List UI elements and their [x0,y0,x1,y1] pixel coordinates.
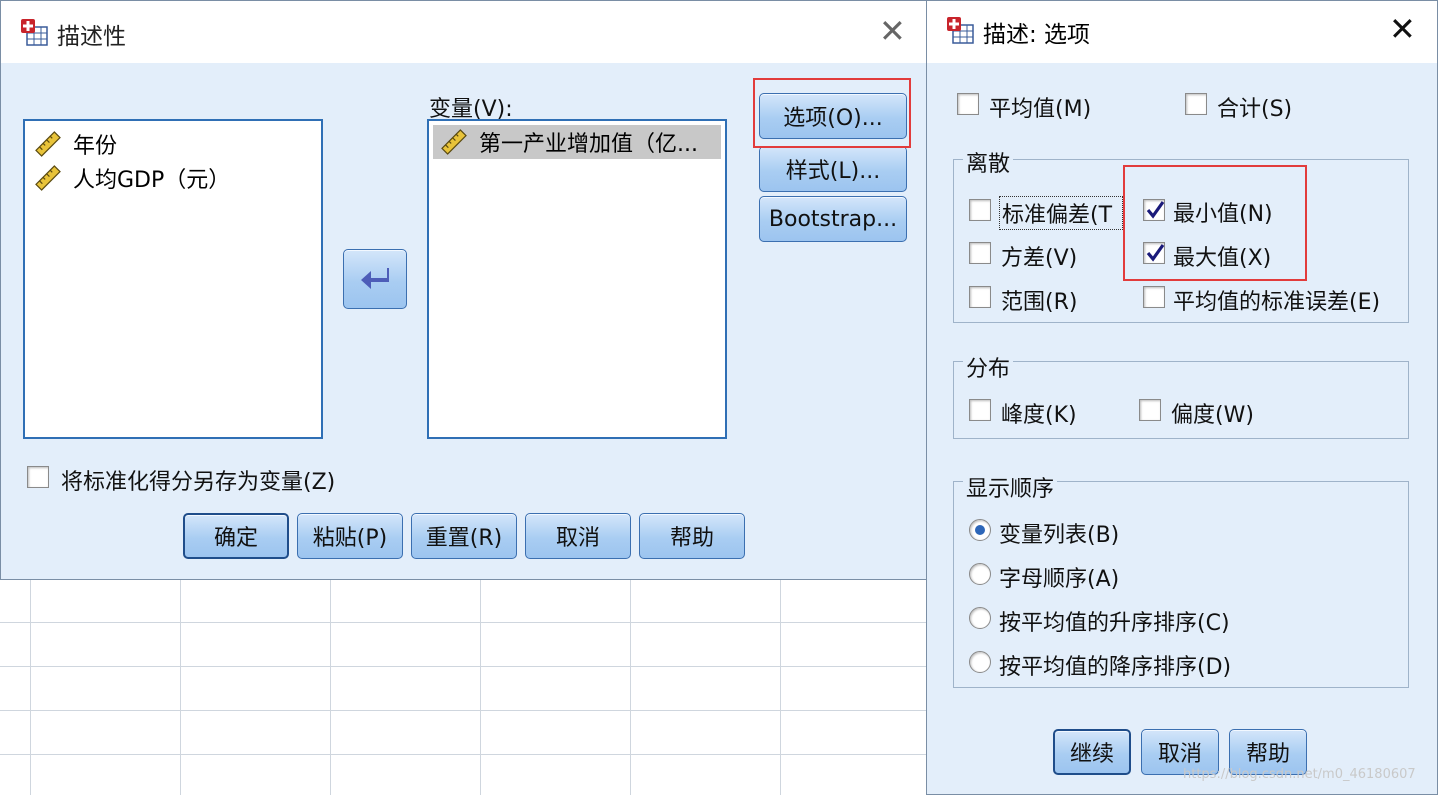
paste-button[interactable]: 粘贴(P) [297,513,403,559]
grid-line [180,578,181,795]
grid-line [0,622,928,623]
options-dialog: 描述: 选项 ✕ 平均值(M) 合计(S) 离散 标准偏差(T 最小值(N) 方… [926,0,1438,795]
grid-line [0,754,928,755]
order-radio-label: 变量列表(B) [999,523,1120,548]
order-radio-label: 按平均值的降序排序(D) [999,655,1232,680]
dispersion-group-title: 离散 [963,146,1014,178]
variance-label: 方差(V) [1001,246,1078,271]
selected-var-label: 第一产业增加值（亿... [479,132,698,157]
order-radio[interactable] [969,519,991,541]
dialog-title: 描述: 选项 [983,22,1091,48]
descriptives-titlebar: 描述性 ✕ [1,1,927,63]
order-radio-label: 按平均值的升序排序(C) [999,611,1230,636]
list-item[interactable]: 第一产业增加值（亿... [433,125,721,159]
close-icon[interactable]: ✕ [1389,13,1416,45]
checkmark-icon [1146,201,1165,219]
radio-dot [975,525,985,535]
range-checkbox[interactable] [969,286,991,308]
se-mean-checkbox[interactable] [1143,286,1165,308]
grid-line [480,578,481,795]
std-dev-label: 标准偏差(T [999,196,1123,230]
order-radio[interactable] [969,563,991,585]
grid-line [30,578,31,795]
mean-label: 平均值(M) [989,97,1092,122]
distribution-group-title: 分布 [963,351,1014,383]
close-icon[interactable]: ✕ [879,15,906,47]
variance-checkbox[interactable] [969,242,991,264]
data-grid-background [0,578,928,795]
dialog-title: 描述性 [57,24,126,50]
se-mean-label: 平均值的标准误差(E) [1173,290,1381,315]
continue-button[interactable]: 继续 [1053,729,1131,775]
order-radio[interactable] [969,607,991,629]
grid-line [330,578,331,795]
sum-label: 合计(S) [1217,97,1293,122]
minimum-checkbox[interactable] [1143,199,1165,221]
save-standardized-label: 将标准化得分另存为变量(Z) [61,470,336,495]
range-label: 范围(R) [1001,290,1078,315]
maximum-checkbox[interactable] [1143,242,1165,264]
reset-button[interactable]: 重置(R) [411,513,517,559]
sum-checkbox[interactable] [1185,93,1207,115]
cancel-button[interactable]: 取消 [525,513,631,559]
grid-line [630,578,631,795]
display-order-group-title: 显示顺序 [963,471,1058,503]
grid-line [780,578,781,795]
maximum-label: 最大值(X) [1173,246,1272,271]
skewness-checkbox[interactable] [1139,399,1161,421]
arrow-left-icon [361,268,389,289]
ok-button[interactable]: 确定 [183,513,289,559]
grid-line [0,710,928,711]
std-dev-checkbox[interactable] [969,199,991,221]
bootstrap-button[interactable]: Bootstrap... [759,196,907,242]
selected-variable-list[interactable]: 第一产业增加值（亿... [427,119,727,439]
skewness-label: 偏度(W) [1171,403,1254,428]
watermark-text: https://blog.csdn.net/m0_46180607 [1183,767,1416,782]
scale-ruler-icon [35,131,61,157]
order-radio[interactable] [969,651,991,673]
list-item[interactable]: 年份 [33,127,117,161]
spss-app-icon [947,17,974,44]
source-var-label: 年份 [73,134,118,159]
options-titlebar: 描述: 选项 ✕ [927,1,1437,63]
checkmark-icon [1146,244,1165,262]
mean-checkbox[interactable] [957,93,979,115]
source-var-label: 人均GDP（元） [73,168,231,193]
descriptives-dialog: 描述性 ✕ 年份 人均GDP（元） 变量(V): 第一产业增加值（亿... 选项… [0,0,928,580]
spss-app-icon [21,19,48,46]
list-item[interactable]: 人均GDP（元） [33,161,230,195]
options-button[interactable]: 选项(O)... [759,93,907,139]
order-radio-label: 字母顺序(A) [999,567,1120,592]
save-standardized-checkbox[interactable] [27,466,49,488]
kurtosis-label: 峰度(K) [1001,403,1077,428]
minimum-label: 最小值(N) [1173,202,1273,227]
help-button[interactable]: 帮助 [639,513,745,559]
grid-line [0,666,928,667]
move-variable-button[interactable] [343,249,407,309]
kurtosis-checkbox[interactable] [969,399,991,421]
source-variable-list[interactable]: 年份 人均GDP（元） [23,119,323,439]
style-button[interactable]: 样式(L)... [759,146,907,192]
scale-ruler-icon [441,129,467,155]
scale-ruler-icon [35,165,61,191]
